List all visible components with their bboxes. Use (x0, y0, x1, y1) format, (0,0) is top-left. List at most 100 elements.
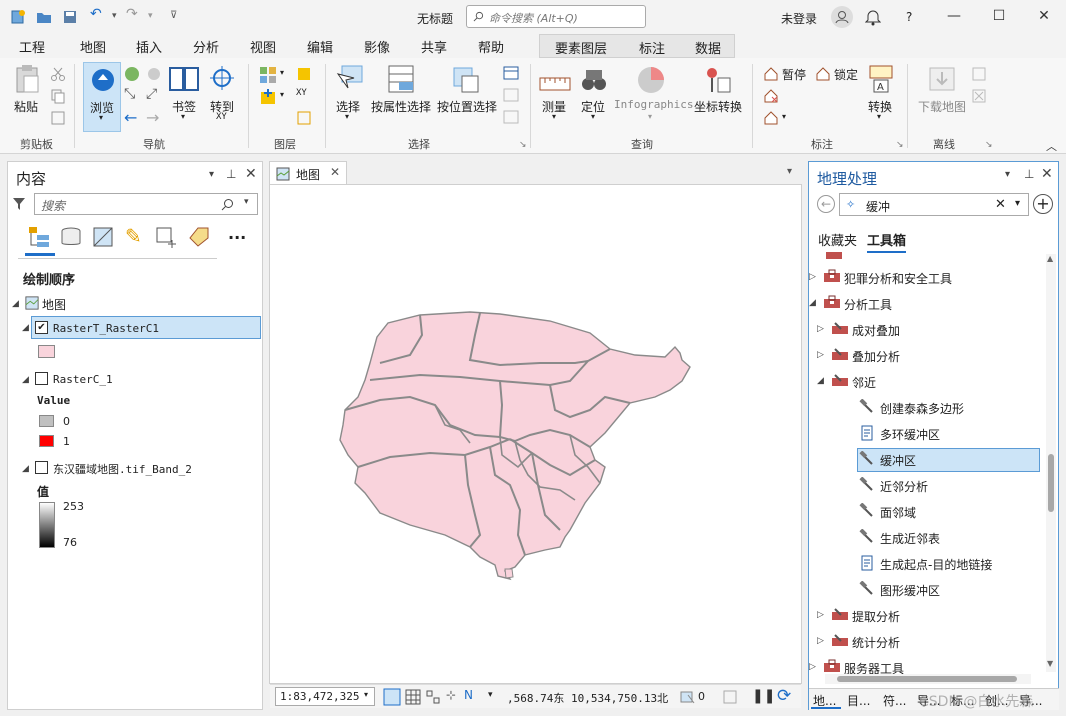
layer-1-symbol[interactable] (38, 345, 55, 358)
basemap-icon[interactable] (259, 66, 277, 84)
more-labeling-dropdown-icon[interactable]: ▾ (782, 112, 786, 121)
tree-item-toolset[interactable]: ◢ 邻近 (817, 372, 1039, 392)
tab-data[interactable]: 数据 (695, 38, 721, 57)
back-icon[interactable]: ← (124, 108, 137, 127)
layer-3-name[interactable]: 东汉疆域地图.tif_Band_2 (53, 461, 192, 477)
layer-3-collapse-icon[interactable]: ◢ (22, 464, 29, 474)
tab-view[interactable]: 视图 (250, 37, 276, 56)
tree-item-toolset[interactable]: ▷ 提取分析 (817, 606, 1039, 626)
clear-search-icon[interactable]: ✕ (995, 197, 1006, 212)
locate-icon[interactable] (580, 66, 608, 94)
expand-icon[interactable]: ▷ (817, 324, 824, 334)
close-map-tab-icon[interactable]: ✕ (330, 165, 340, 179)
h-scrollbar-thumb[interactable] (837, 676, 1017, 682)
coordinate-conversion-button[interactable]: 坐标转换 (694, 98, 742, 115)
full-extent-icon[interactable] (124, 66, 140, 82)
select-icon[interactable] (334, 64, 366, 96)
list-by-data-source-icon[interactable] (60, 226, 82, 248)
value-0-swatch[interactable] (39, 415, 54, 427)
explore-button[interactable]: 浏览 ▾ (83, 62, 121, 132)
redo-icon[interactable]: ↷ (126, 6, 142, 22)
search-options-icon[interactable]: ▾ (244, 197, 249, 207)
layer-2-visibility-checkbox[interactable] (35, 372, 48, 385)
dock-tab-symbology[interactable]: 符... (883, 692, 906, 709)
close-pane-icon[interactable]: ✕ (245, 166, 257, 182)
attributes-icon[interactable] (503, 66, 519, 80)
tab-help[interactable]: 帮助 (478, 37, 504, 56)
add-preset-icon[interactable] (296, 66, 312, 82)
pane-options-icon[interactable]: ▾ (209, 169, 214, 180)
refresh-icon[interactable]: ⟳ (777, 686, 791, 706)
add-data-dropdown-icon[interactable]: ▾ (280, 90, 284, 99)
dock-tab-geoprocessing[interactable]: 地... (813, 692, 836, 709)
notification-bell-icon[interactable] (865, 8, 881, 26)
map-tab[interactable]: 地图 ✕ (269, 161, 347, 185)
basemap-dropdown-icon[interactable]: ▾ (280, 68, 284, 77)
pause-button[interactable]: 暂停 (782, 66, 806, 83)
fixed-zoom-out-icon[interactable]: ⤢ (146, 86, 157, 102)
select-by-attributes-button[interactable]: 按属性选择 (371, 98, 431, 115)
select-dropdown-icon[interactable]: ▾ (345, 112, 349, 121)
horizontal-scrollbar[interactable] (825, 674, 1031, 684)
select-by-attributes-icon[interactable] (385, 64, 417, 96)
scroll-up-icon[interactable]: ▲ (1047, 254, 1053, 263)
zoom-previous-icon[interactable] (146, 66, 162, 82)
close-pane-icon[interactable]: ✕ (1041, 166, 1053, 182)
coordinate-conversion-icon[interactable] (702, 64, 732, 96)
expand-icon[interactable]: ▷ (809, 662, 816, 672)
expand-icon[interactable]: ▷ (809, 272, 816, 282)
sign-in-label[interactable]: 未登录 (781, 10, 817, 27)
band-gradient-ramp[interactable] (39, 502, 55, 548)
select-by-location-button[interactable]: 按位置选择 (437, 98, 497, 115)
tab-imagery[interactable]: 影像 (364, 37, 390, 56)
dock-tab-catalog[interactable]: 目... (847, 692, 870, 709)
go-to-xy-icon[interactable] (208, 64, 236, 94)
expand-icon[interactable]: ▷ (817, 610, 824, 620)
tab-labeling[interactable]: 标注 (639, 38, 665, 57)
tab-project[interactable]: 工程 (19, 37, 45, 56)
more-labeling-icon[interactable] (763, 110, 779, 126)
paste-icon[interactable] (14, 64, 42, 96)
new-project-icon[interactable] (10, 9, 26, 25)
list-by-snapping-icon[interactable] (155, 226, 179, 250)
tree-item-toolbox[interactable]: ▷ 犯罪分析和安全工具 (809, 268, 1039, 288)
map-tabs-overflow-icon[interactable]: ▾ (787, 166, 792, 177)
tree-item-toolset[interactable]: ▷ 统计分析 (817, 632, 1039, 652)
selection-launcher-icon[interactable]: ↘ (519, 140, 527, 150)
offline-launcher-icon[interactable]: ↘ (985, 140, 993, 150)
bookmark-icon[interactable] (168, 64, 200, 94)
copy-icon[interactable] (50, 88, 66, 104)
open-project-icon[interactable] (36, 9, 52, 25)
tree-item-script[interactable]: 多环缓冲区 (859, 424, 1039, 444)
collapse-icon[interactable]: ◢ (809, 298, 816, 308)
minimize-button[interactable]: — (945, 8, 963, 26)
map-canvas[interactable] (270, 185, 801, 683)
help-button[interactable]: ? (906, 10, 912, 24)
tree-item-tool[interactable]: 生成近邻表 (859, 528, 1039, 548)
layer-1-name[interactable]: RasterT_RasterC1 (53, 322, 159, 335)
fixed-zoom-in-icon[interactable]: ⤡ (124, 86, 135, 102)
tab-edit[interactable]: 编辑 (307, 37, 333, 56)
list-by-drawing-order-icon[interactable] (27, 225, 51, 249)
fixed-scale-icon[interactable] (383, 688, 401, 706)
clear-selection-icon[interactable] (503, 88, 519, 102)
tab-share[interactable]: 共享 (421, 37, 447, 56)
tree-scrollbar[interactable]: ▲ ▼ (1046, 254, 1056, 672)
pin-icon[interactable]: ⊥ (226, 167, 236, 181)
status-dropdown-icon[interactable]: ▾ (488, 690, 493, 700)
lock-labels-icon[interactable] (815, 66, 831, 82)
list-by-selection-icon[interactable] (92, 226, 114, 248)
scroll-down-icon[interactable]: ▼ (1047, 659, 1053, 668)
tree-item-tool[interactable]: 面邻域 (859, 502, 1039, 522)
download-map-icon[interactable] (926, 64, 958, 96)
unplaced-labels-icon[interactable] (763, 88, 779, 104)
remove-offline-icon[interactable] (971, 88, 987, 104)
avatar[interactable] (831, 6, 853, 28)
list-by-labeling-icon[interactable] (188, 226, 210, 248)
layer-2-collapse-icon[interactable]: ◢ (22, 375, 29, 385)
infographics-button[interactable]: Infographics (614, 98, 693, 111)
contents-search-input[interactable]: 搜索 ▾ (34, 193, 258, 215)
value-1-swatch[interactable] (39, 435, 54, 447)
forward-icon[interactable]: → (146, 108, 159, 127)
convert-dropdown-icon[interactable]: ▾ (877, 112, 881, 121)
